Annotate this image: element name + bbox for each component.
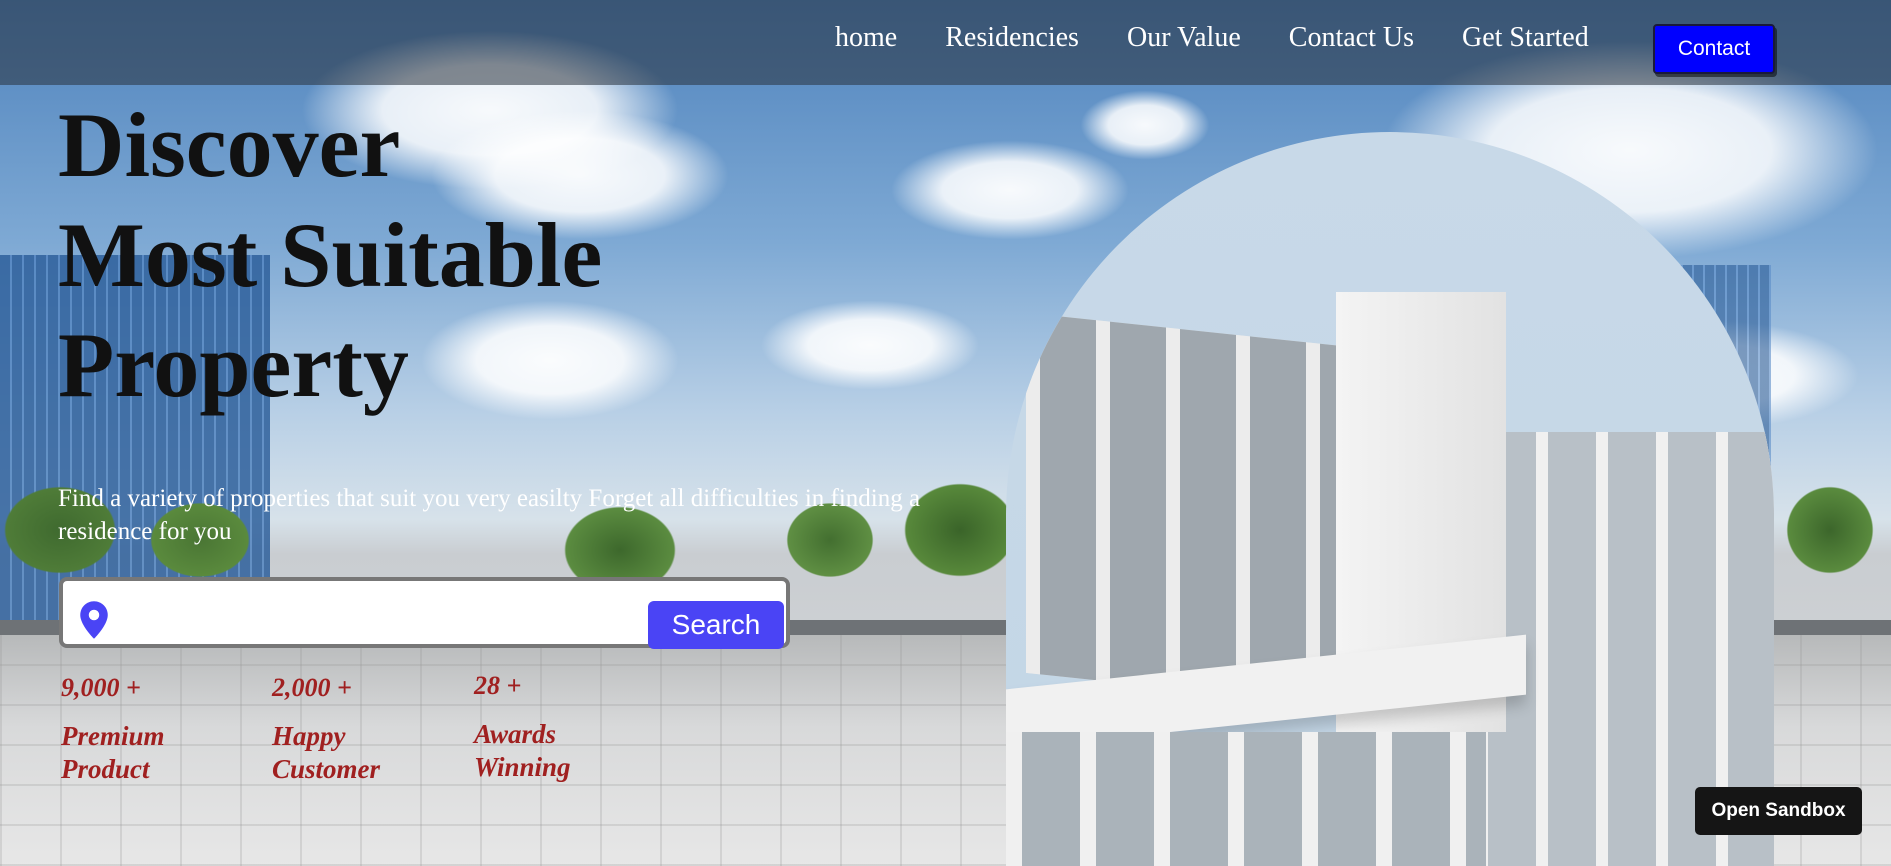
- contact-button[interactable]: Contact: [1653, 24, 1775, 74]
- stat-label: Premium Product: [61, 721, 165, 784]
- page: home Residencies Our Value Contact Us Ge…: [0, 0, 1891, 866]
- hero-building-image: [1006, 132, 1774, 866]
- cloud: [890, 140, 1130, 240]
- building-lower-block: [1006, 732, 1486, 866]
- stat-awards-winning: 28 + Awards Winning: [474, 670, 624, 784]
- search-bar: Search: [59, 577, 790, 649]
- stat-premium-product: 9,000 + Premium Product: [61, 672, 211, 786]
- stat-label: Happy Customer: [272, 721, 381, 784]
- stat-happy-customer: 2,000 + Happy Customer: [272, 672, 422, 786]
- nav-link-contact-us[interactable]: Contact Us: [1289, 22, 1414, 54]
- hero-title-line: Property: [58, 314, 409, 416]
- nav-link-residencies[interactable]: Residencies: [945, 22, 1079, 54]
- hero-title-line: Most Suitable: [58, 204, 603, 306]
- nav-link-our-value[interactable]: Our Value: [1127, 22, 1241, 54]
- stat-label: Awards Winning: [474, 719, 571, 782]
- hero-title-line: Discover: [58, 94, 401, 196]
- nav-link-get-started[interactable]: Get Started: [1462, 22, 1589, 54]
- navbar: home Residencies Our Value Contact Us Ge…: [0, 0, 1891, 85]
- cloud: [1080, 90, 1210, 160]
- stat-number: 28 +: [474, 671, 522, 700]
- hero-title: Discover Most Suitable Property: [58, 90, 602, 420]
- stat-number: 2,000 +: [272, 673, 352, 702]
- location-pin-icon: [80, 601, 108, 639]
- hero-description: Find a variety of properties that suit y…: [58, 485, 921, 545]
- nav-links: home Residencies Our Value Contact Us Ge…: [835, 22, 1637, 54]
- nav-link-home[interactable]: home: [835, 22, 897, 54]
- open-sandbox-button[interactable]: Open Sandbox: [1695, 787, 1862, 835]
- stat-number: 9,000 +: [61, 673, 141, 702]
- cloud: [760, 300, 980, 390]
- search-button[interactable]: Search: [648, 601, 784, 649]
- search-input[interactable]: [123, 591, 707, 637]
